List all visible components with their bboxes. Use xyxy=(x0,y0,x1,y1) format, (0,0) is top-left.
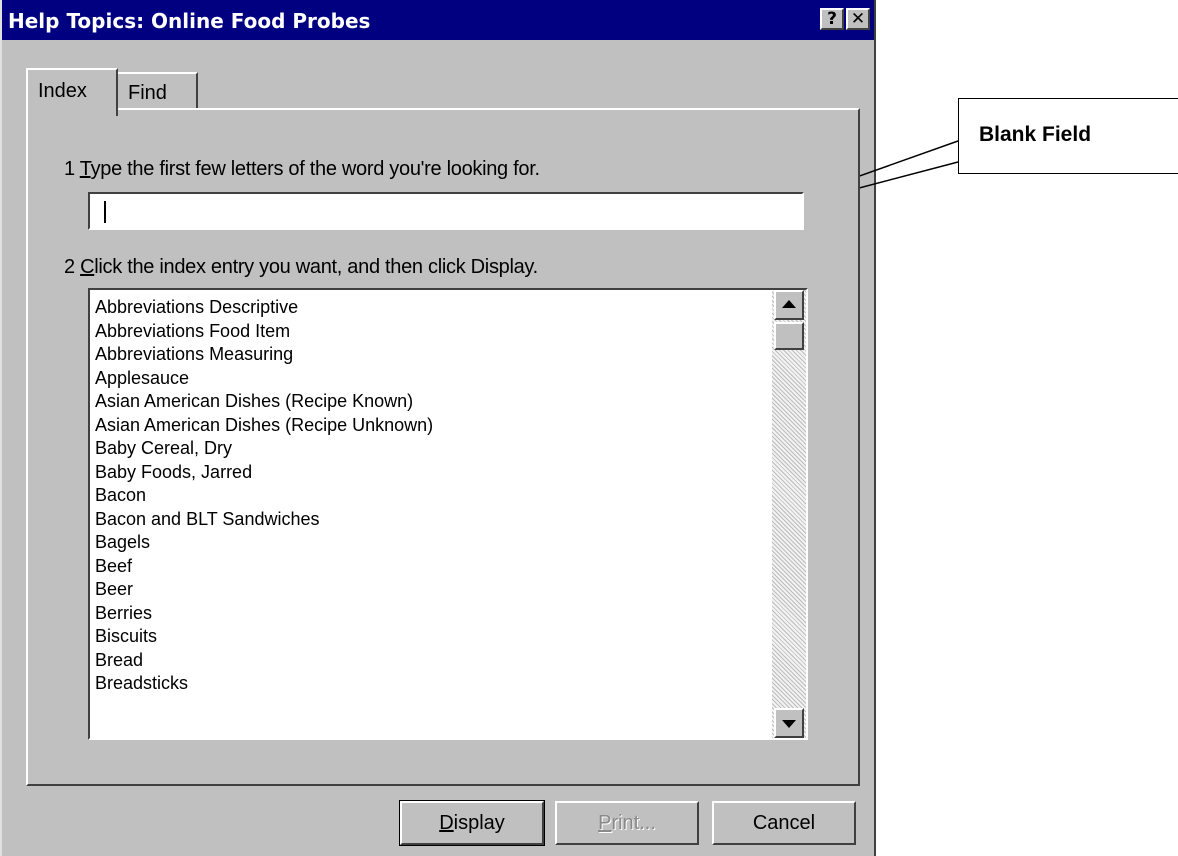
tab-find-label: Find xyxy=(128,82,167,104)
help-topics-window: Help Topics: Online Food Probes ? ✕ Inde… xyxy=(0,0,876,856)
callout-box: Blank Field xyxy=(958,98,1178,174)
list-item[interactable]: Bacon xyxy=(90,484,806,508)
list-item[interactable]: Bacon and BLT Sandwiches xyxy=(90,508,806,532)
list-item[interactable]: Abbreviations Descriptive xyxy=(90,296,806,320)
scroll-down-button[interactable] xyxy=(774,708,804,738)
vertical-scrollbar[interactable] xyxy=(772,290,806,738)
step1-number: 1 xyxy=(64,158,75,180)
list-item[interactable]: Baby Foods, Jarred xyxy=(90,461,806,485)
tab-index-label: Index xyxy=(38,80,87,102)
list-item[interactable]: Bread xyxy=(90,649,806,673)
callout-label: Blank Field xyxy=(979,123,1092,146)
list-item[interactable]: Beef xyxy=(90,555,806,579)
list-item[interactable]: Asian American Dishes (Recipe Known) xyxy=(90,390,806,414)
step1-accelerator: T xyxy=(79,158,91,180)
step2-text: lick the index entry you want, and then … xyxy=(94,256,538,278)
search-input[interactable] xyxy=(88,192,804,230)
scroll-thumb[interactable] xyxy=(774,322,804,350)
scroll-up-arrow-icon xyxy=(782,300,796,308)
step1-instruction: 1 Type the first few letters of the word… xyxy=(64,158,540,181)
tab-index[interactable]: Index xyxy=(26,68,118,116)
list-item[interactable]: Bagels xyxy=(90,531,806,555)
scroll-down-arrow-icon xyxy=(782,720,796,728)
scroll-up-button[interactable] xyxy=(774,290,804,320)
index-list-items: Abbreviations Descriptive Abbreviations F… xyxy=(90,290,806,696)
step1-text: ype the first few letters of the word yo… xyxy=(90,158,540,180)
list-item[interactable]: Biscuits xyxy=(90,625,806,649)
step2-number: 2 xyxy=(64,256,75,278)
list-item[interactable]: Applesauce xyxy=(90,367,806,391)
list-item[interactable]: Breadsticks xyxy=(90,672,806,696)
step2-accelerator: C xyxy=(80,256,95,278)
index-list[interactable]: Abbreviations Descriptive Abbreviations F… xyxy=(88,288,808,740)
list-item[interactable]: Berries xyxy=(90,602,806,626)
list-item[interactable]: Asian American Dishes (Recipe Unknown) xyxy=(90,414,806,438)
text-caret xyxy=(104,201,106,223)
step2-instruction: 2 Click the index entry you want, and th… xyxy=(64,256,538,279)
list-item[interactable]: Abbreviations Food Item xyxy=(90,320,806,344)
tab-find[interactable]: Find xyxy=(116,72,198,110)
list-item[interactable]: Abbreviations Measuring xyxy=(90,343,806,367)
list-item[interactable]: Baby Cereal, Dry xyxy=(90,437,806,461)
list-item[interactable]: Beer xyxy=(90,578,806,602)
